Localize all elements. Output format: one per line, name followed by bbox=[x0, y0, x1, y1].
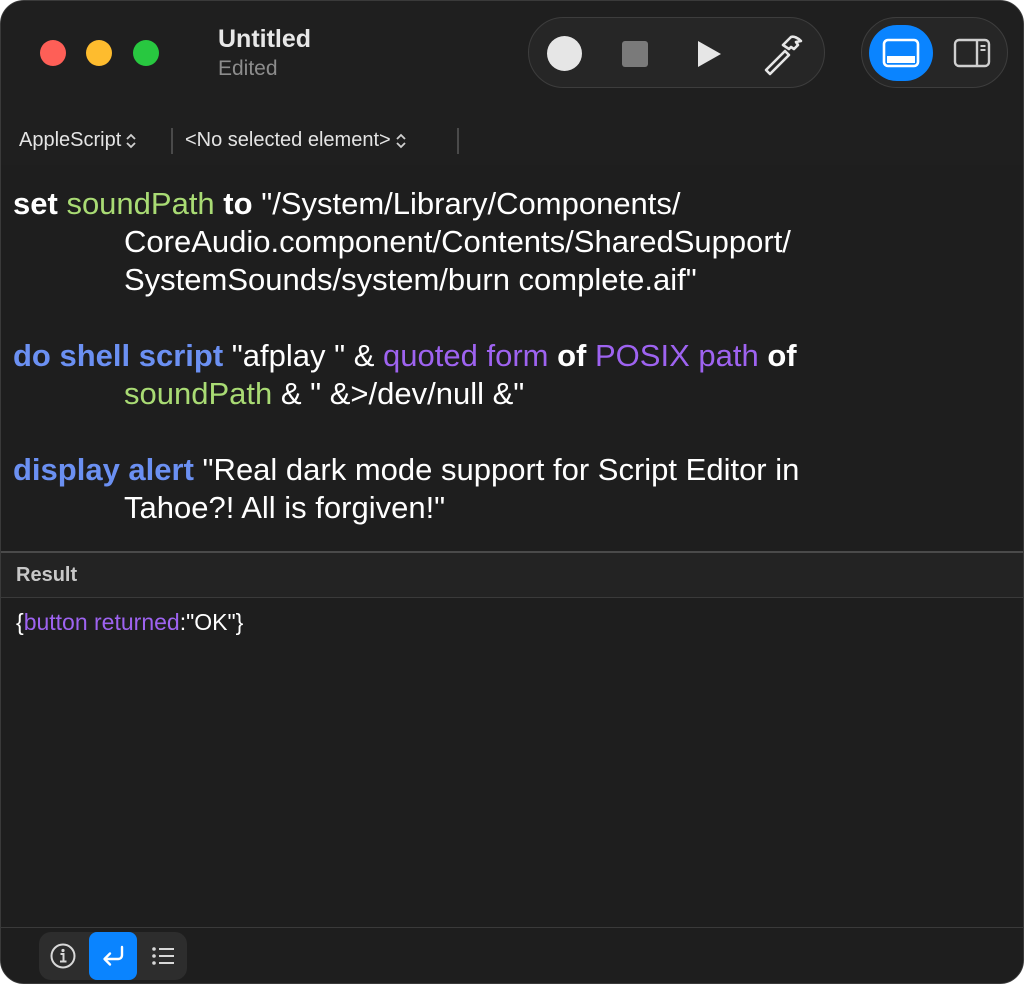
keyword-of: of bbox=[557, 338, 587, 373]
string-literal: "afplay " & bbox=[231, 338, 384, 373]
string-literal: "Real dark mode support for Script Edito… bbox=[202, 452, 800, 487]
record-button[interactable] bbox=[534, 18, 594, 89]
chevron-updown-icon bbox=[396, 133, 406, 148]
command-keyword: do shell script bbox=[13, 338, 224, 373]
property-keyword: quoted form bbox=[383, 338, 549, 373]
nav-divider bbox=[457, 128, 459, 154]
result-key: button returned bbox=[23, 609, 180, 635]
show-bottom-panel-button[interactable] bbox=[869, 25, 933, 81]
code-line: display alert "Real dark mode support fo… bbox=[13, 451, 799, 489]
compile-button[interactable] bbox=[753, 18, 813, 89]
run-button[interactable] bbox=[679, 18, 739, 89]
list-icon bbox=[152, 947, 174, 965]
minimize-button[interactable] bbox=[86, 40, 112, 66]
script-controls bbox=[528, 17, 825, 88]
language-label: AppleScript bbox=[19, 129, 122, 151]
code-line: SystemSounds/system/burn complete.aif" bbox=[124, 261, 697, 299]
string-literal: & " &>/dev/null &" bbox=[272, 376, 525, 411]
code-line: Tahoe?! All is forgiven!" bbox=[124, 489, 445, 527]
language-popup[interactable]: AppleScript bbox=[19, 129, 137, 152]
hammer-icon bbox=[764, 34, 803, 75]
result-pane: {button returned:"OK"} bbox=[1, 599, 1023, 927]
result-label: Result bbox=[16, 564, 78, 586]
string-literal: Tahoe?! All is forgiven!" bbox=[124, 490, 446, 525]
string-literal: CoreAudio.component/Contents/SharedSuppo… bbox=[124, 224, 791, 259]
close-button[interactable] bbox=[40, 40, 66, 66]
description-button[interactable] bbox=[39, 932, 87, 980]
result-header: Result bbox=[1, 553, 1023, 598]
command-keyword: display alert bbox=[13, 452, 194, 487]
string-literal: SystemSounds/system/burn complete.aif" bbox=[124, 262, 697, 297]
code-line: soundPath & " &>/dev/null &" bbox=[124, 375, 524, 413]
code-line: do shell script "afplay " & quoted form … bbox=[13, 337, 797, 375]
script-editor-window: Untitled Edited AppleScript <No selected… bbox=[0, 0, 1024, 984]
navigation-bar: AppleScript <No selected element> bbox=[1, 119, 1023, 165]
variable: soundPath bbox=[66, 186, 215, 221]
result-string: :"OK"} bbox=[179, 609, 244, 635]
result-brace: { bbox=[16, 609, 24, 635]
property-keyword: POSIX path bbox=[595, 338, 759, 373]
play-icon bbox=[698, 40, 721, 67]
event-log-button[interactable] bbox=[139, 932, 187, 980]
show-side-panel-button[interactable] bbox=[944, 25, 1000, 81]
element-label: <No selected element> bbox=[185, 129, 391, 151]
bottom-bar bbox=[1, 927, 1023, 983]
stop-icon bbox=[622, 40, 648, 67]
record-icon bbox=[546, 36, 582, 71]
script-editor[interactable]: set soundPath to "/System/Library/Compon… bbox=[1, 177, 1023, 551]
chevron-updown-icon bbox=[126, 133, 136, 148]
info-icon bbox=[50, 943, 76, 969]
view-toggle-group bbox=[861, 17, 1008, 88]
keyword-to: to bbox=[223, 186, 253, 221]
code-line: CoreAudio.component/Contents/SharedSuppo… bbox=[124, 223, 791, 261]
pane-selector bbox=[39, 932, 187, 980]
window-title: Untitled bbox=[218, 25, 312, 53]
string-literal: "/System/Library/Components/ bbox=[261, 186, 681, 221]
stop-button[interactable] bbox=[605, 18, 665, 89]
return-arrow-icon bbox=[103, 945, 124, 966]
zoom-button[interactable] bbox=[133, 40, 159, 66]
result-value: {button returned:"OK"} bbox=[16, 609, 243, 636]
side-panel-icon bbox=[953, 38, 991, 68]
document-status: Edited bbox=[218, 57, 278, 80]
code-line: set soundPath to "/System/Library/Compon… bbox=[13, 185, 681, 223]
result-button[interactable] bbox=[89, 932, 137, 980]
keyword-of: of bbox=[767, 338, 797, 373]
keyword-set: set bbox=[13, 186, 58, 221]
nav-divider bbox=[171, 128, 173, 154]
bottom-panel-icon bbox=[882, 38, 920, 68]
title-bar: Untitled Edited bbox=[1, 1, 1023, 119]
element-popup[interactable]: <No selected element> bbox=[185, 129, 407, 152]
variable: soundPath bbox=[124, 376, 273, 411]
